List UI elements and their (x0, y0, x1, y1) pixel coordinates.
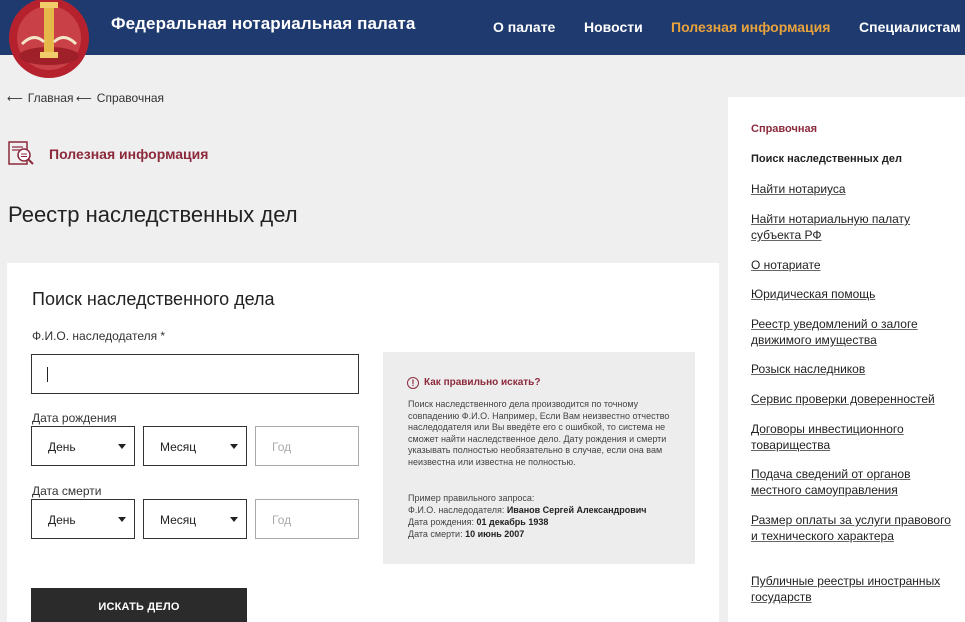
help-example-death: Дата смерти: 10 июнь 2007 (408, 529, 525, 539)
sidebar-link-investment[interactable]: Договоры инвестиционного товарищества (751, 421, 951, 453)
section-label[interactable]: Полезная информация (49, 146, 208, 162)
sidebar-link-legal-help[interactable]: Юридическая помощь (751, 286, 951, 302)
dropdown-arrow-icon (230, 517, 238, 522)
breadcrumb-home[interactable]: ⟵ Главная (7, 91, 73, 105)
birth-year-input[interactable]: Год (255, 426, 359, 466)
dropdown-arrow-icon (118, 444, 126, 449)
sidebar-link-pledge-registry[interactable]: Реестр уведомлений о залоге движимого им… (751, 316, 951, 348)
sidebar-item-current: Поиск наследственных дел (751, 153, 902, 165)
breadcrumb-reference[interactable]: ⟵ Справочная (76, 91, 164, 105)
help-example-heading: Пример правильного запроса: (408, 493, 535, 503)
sidebar-link-find-notary[interactable]: Найти нотариуса (751, 181, 951, 197)
death-day-select[interactable]: День (31, 499, 135, 539)
sidebar-link-power-of-attorney[interactable]: Сервис проверки доверенностей (751, 391, 951, 407)
arrow-left-icon: ⟵ (76, 92, 92, 105)
help-example-birth: Дата рождения: 01 декабрь 1938 (408, 517, 549, 527)
nav-specialists[interactable]: Специалистам (859, 19, 961, 35)
sidebar-link-foreign-registries[interactable]: Публичные реестры иностранных государств (751, 573, 951, 605)
nav-about[interactable]: О палате (493, 19, 555, 35)
form-title: Поиск наследственного дела (32, 289, 275, 309)
sidebar-heading[interactable]: Справочная (751, 123, 817, 135)
document-search-icon (8, 141, 34, 165)
nav-useful-info[interactable]: Полезная информация (671, 19, 830, 35)
death-month-select[interactable]: Месяц (143, 499, 247, 539)
info-icon: ! (407, 377, 419, 389)
arrow-left-icon: ⟵ (7, 92, 23, 105)
fio-input[interactable] (31, 354, 359, 394)
search-case-button[interactable]: ИСКАТЬ ДЕЛО (31, 588, 247, 622)
death-year-input[interactable]: Год (255, 499, 359, 539)
help-title: Как правильно искать? (424, 377, 541, 388)
page-title: Реестр наследственных дел (8, 202, 298, 227)
birth-day-select[interactable]: День (31, 426, 135, 466)
text-caret (47, 367, 48, 382)
sidebar-link-heir-search[interactable]: Розыск наследников (751, 361, 951, 377)
help-text: Поиск наследственного дела производится … (408, 399, 670, 467)
sidebar-link-local-gov[interactable]: Подача сведений от органов местного само… (751, 466, 951, 498)
death-date-label: Дата смерти (32, 484, 102, 498)
nav-news[interactable]: Новости (584, 19, 643, 35)
sidebar-link-fees[interactable]: Размер оплаты за услуги правового и техн… (751, 512, 951, 544)
emblem-logo[interactable] (4, 0, 94, 82)
site-header: Федеральная нотариальная палата О палате… (0, 0, 965, 78)
birth-month-select[interactable]: Месяц (143, 426, 247, 466)
fio-label: Ф.И.О. наследодателя * (32, 329, 166, 343)
site-title[interactable]: Федеральная нотариальная палата (111, 14, 415, 34)
dropdown-arrow-icon (118, 517, 126, 522)
birth-date-label: Дата рождения (32, 411, 117, 425)
help-example-fio: Ф.И.О. наследодателя: Иванов Сергей Алек… (408, 505, 647, 515)
sidebar-link-about-notariat[interactable]: О нотариате (751, 257, 951, 273)
sidebar-link-notary-chamber[interactable]: Найти нотариальную палату субъекта РФ (751, 211, 951, 243)
dropdown-arrow-icon (230, 444, 238, 449)
